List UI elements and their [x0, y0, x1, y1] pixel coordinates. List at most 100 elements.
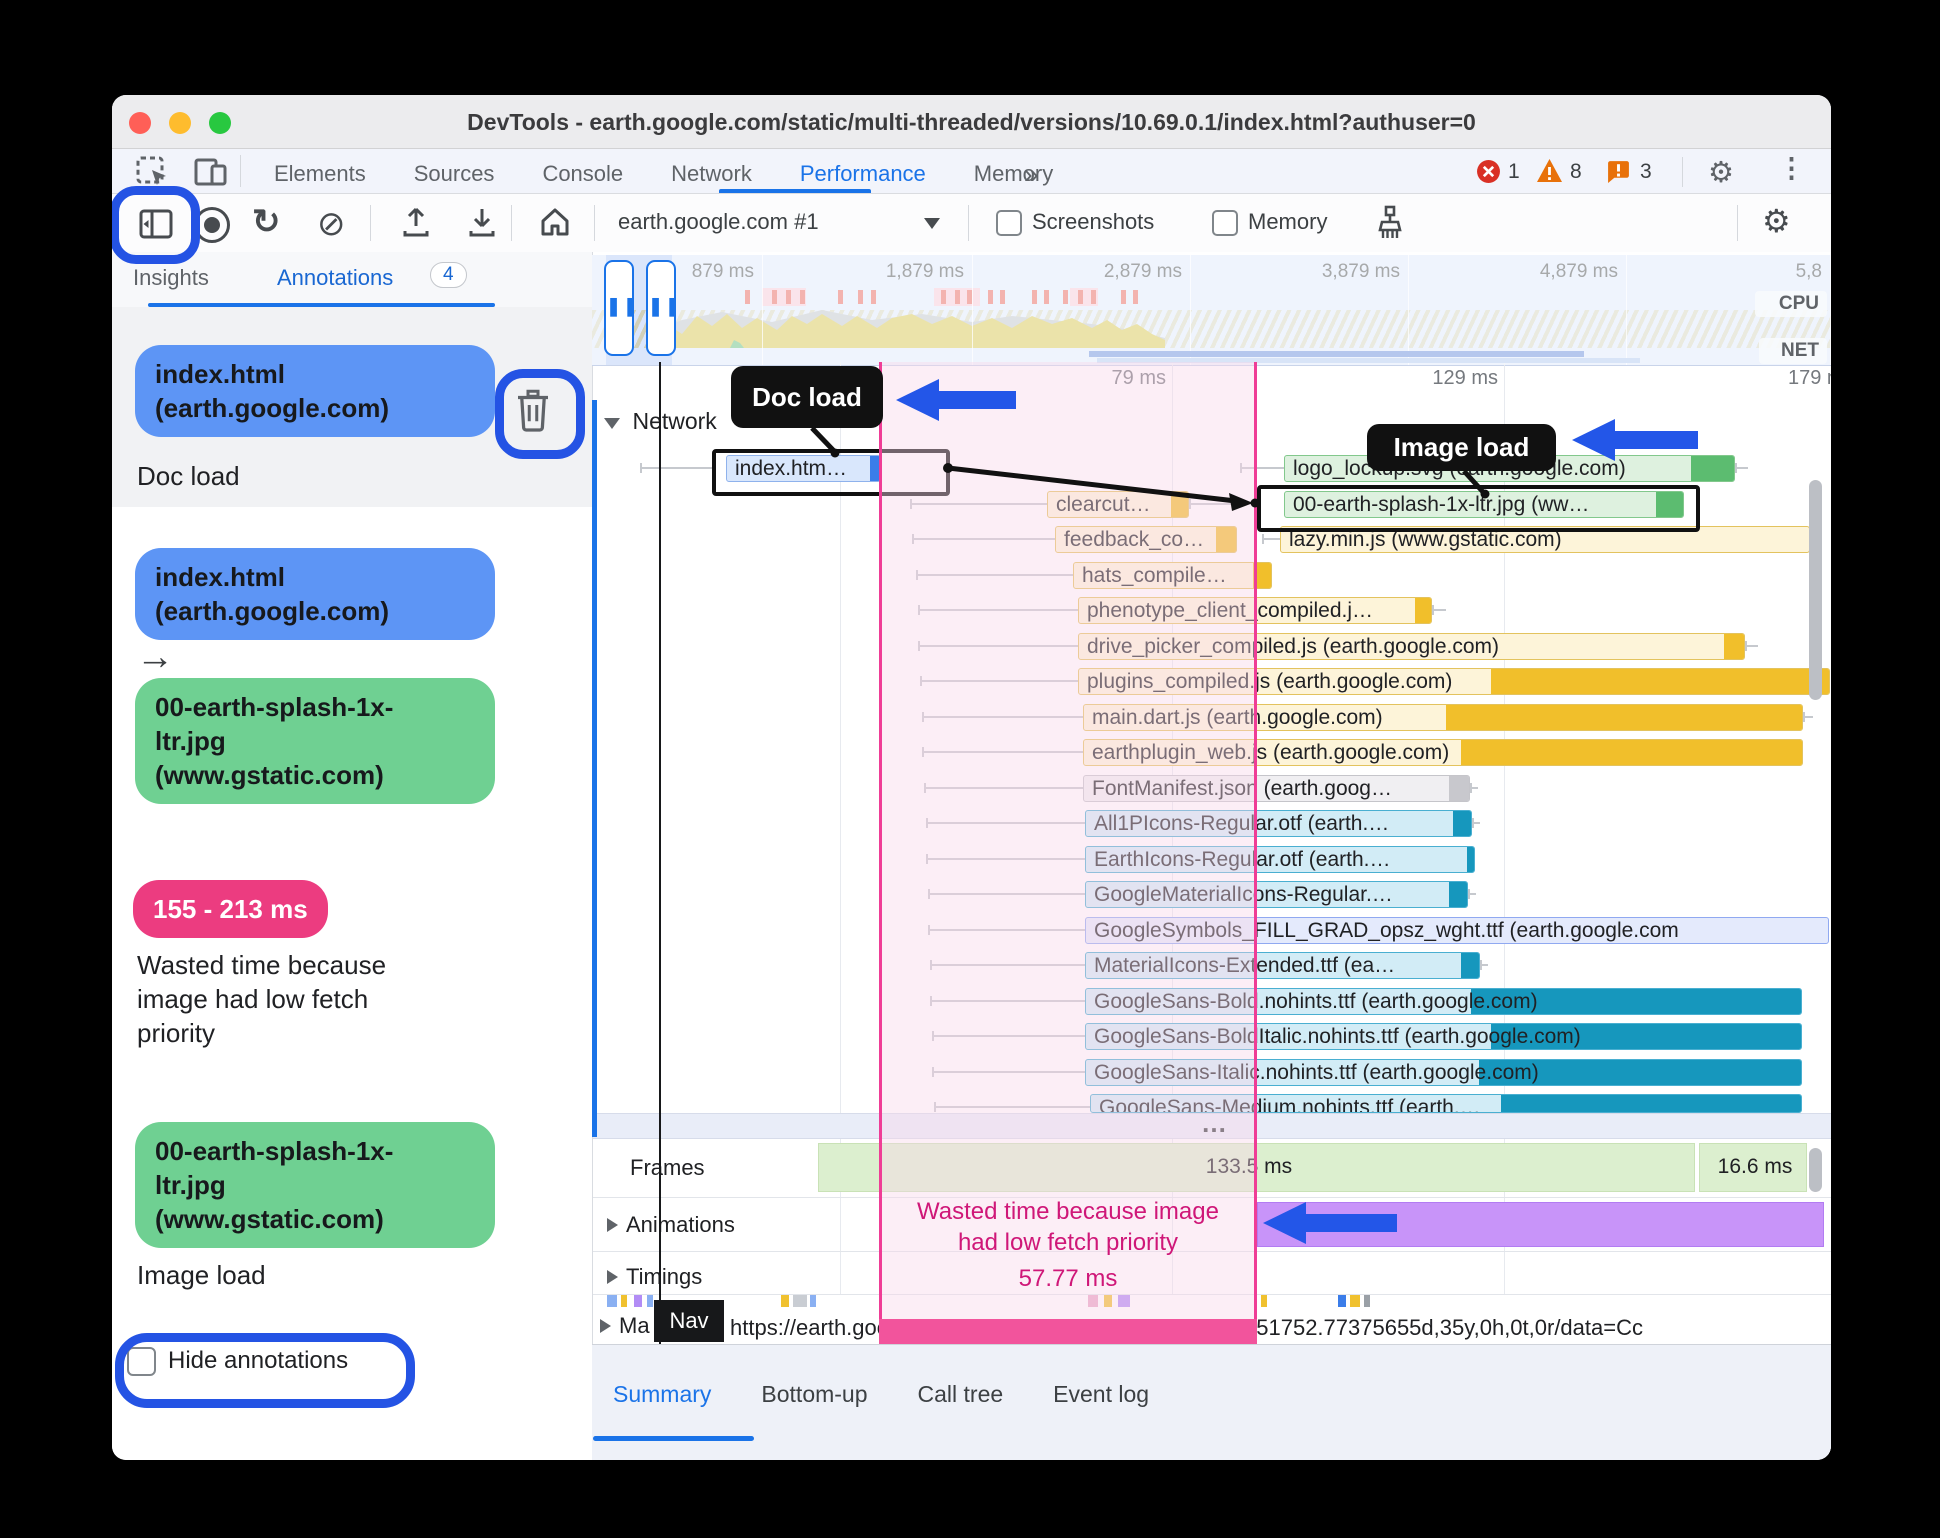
request-bar-solid-segment [1501, 1095, 1801, 1112]
collect-garbage-icon[interactable] [1372, 204, 1408, 247]
settings-gear-icon[interactable]: ⚙ [1708, 155, 1734, 190]
more-tabs-chevron[interactable]: » [1024, 157, 1038, 191]
request-whisker-tick [920, 676, 922, 686]
main-activity-tick [634, 1295, 642, 1307]
request-label: main.dart.js (earth.google.com) [1092, 706, 1383, 729]
network-request-bar[interactable]: GoogleMaterialIcons-Regular.… [1085, 881, 1468, 908]
annotation-entry-image-load[interactable]: 00-earth-splash-1x- ltr.jpg (www.gstatic… [112, 1122, 592, 1332]
main-activity-tick [607, 1295, 617, 1307]
network-request-bar[interactable]: All1PIcons-Regular.otf (earth.… [1085, 810, 1472, 837]
request-whisker-tick [934, 1102, 936, 1112]
tab-insights[interactable]: Insights [133, 265, 209, 291]
tab-performance[interactable]: Performance [800, 157, 926, 191]
request-whisker [934, 1106, 1090, 1108]
zoom-window-left-handle[interactable]: ❚❚ [604, 260, 638, 356]
network-request-bar[interactable]: GoogleSymbols_FILL_GRAD_opsz_wght.ttf (e… [1085, 917, 1829, 944]
network-request-bar[interactable]: hats_compile… [1073, 562, 1272, 589]
network-request-bar[interactable]: drive_picker_compiled.js (earth.google.c… [1078, 633, 1745, 660]
tab-sources[interactable]: Sources [414, 157, 495, 191]
image-load-annotation-chip[interactable]: Image load [1367, 424, 1556, 471]
annotation-entry-time-range[interactable]: 155 - 213 ms Wasted time because image h… [112, 862, 592, 1122]
animations-track-label[interactable]: Animations [607, 1212, 735, 1238]
network-request-bar[interactable]: GoogleSans-Medium.nohints.ttf (earth.… [1090, 1094, 1802, 1113]
home-icon[interactable] [538, 205, 572, 244]
request-whisker [1189, 503, 1232, 505]
network-request-bar[interactable]: EarthIcons-Regular.otf (earth.… [1085, 846, 1475, 873]
network-request-bar[interactable]: main.dart.js (earth.google.com) [1083, 704, 1803, 731]
network-request-bar[interactable]: MaterialIcons-Extended.ttf (ea… [1085, 952, 1480, 979]
annotation-pill-index-html[interactable]: index.html (earth.google.com) [135, 345, 495, 437]
main-track-label[interactable]: Ma [600, 1313, 650, 1339]
device-toolbar-icon[interactable] [194, 156, 228, 188]
expand-triangle-icon[interactable] [607, 1270, 618, 1284]
expand-triangle-icon[interactable] [607, 1218, 618, 1232]
screenshots-checkbox[interactable] [996, 210, 1022, 236]
request-label: FontManifest.json (earth.goog… [1092, 777, 1392, 800]
network-request-bar[interactable]: plugins_compiled.js (earth.google.com) [1078, 668, 1830, 695]
capture-settings-gear-icon[interactable]: ⚙ [1762, 202, 1791, 240]
tab-annotations[interactable]: Annotations [277, 265, 393, 291]
inspect-element-icon[interactable] [136, 156, 170, 188]
chevron-down-icon[interactable] [924, 218, 940, 229]
trace-start-marker-line [659, 362, 661, 1345]
frames-scrollbar[interactable] [1809, 1148, 1822, 1192]
request-label: MaterialIcons-Extended.ttf (ea… [1094, 954, 1396, 977]
request-whisker [910, 503, 1047, 505]
network-request-bar[interactable]: GoogleSans-Bold.nohints.ttf (earth.googl… [1085, 988, 1802, 1015]
network-vertical-scrollbar[interactable] [1809, 480, 1822, 700]
network-request-bar[interactable]: clearcut… [1047, 491, 1189, 518]
details-tab-bottom-up[interactable]: Bottom-up [761, 1381, 867, 1408]
details-tab-event-log[interactable]: Event log [1053, 1381, 1149, 1408]
request-label: GoogleMaterialIcons-Regular.… [1094, 883, 1393, 906]
main-activity-tick [647, 1295, 653, 1307]
kebab-menu-icon[interactable]: ⋮ [1778, 153, 1805, 184]
doc-load-annotation-chip[interactable]: Doc load [731, 366, 883, 428]
annotation-entry-link[interactable]: index.html (earth.google.com) → 00-earth… [112, 532, 592, 862]
network-request-bar[interactable]: earthplugin_web.js (earth.google.com) [1083, 739, 1803, 766]
timings-track-label[interactable]: Timings [607, 1264, 702, 1290]
memory-checkbox[interactable] [1212, 210, 1238, 236]
warning-badge-icon[interactable] [1536, 158, 1563, 189]
details-tab-summary[interactable]: Summary [613, 1381, 711, 1408]
issues-badge-icon[interactable] [1606, 159, 1631, 189]
reload-and-record-icon[interactable]: ↻ [252, 202, 281, 242]
tab-console[interactable]: Console [542, 157, 623, 191]
save-profile-icon[interactable] [466, 206, 498, 243]
annotation-pill-splash-image[interactable]: 00-earth-splash-1x- ltr.jpg (www.gstatic… [135, 1122, 495, 1248]
tab-network[interactable]: Network [671, 157, 752, 191]
annotation-entry-doc-load[interactable]: index.html (earth.google.com) Doc load [112, 307, 592, 507]
error-badge-icon[interactable] [1476, 159, 1501, 189]
network-request-bar[interactable]: feedback_co… [1055, 526, 1237, 553]
collapse-triangle-icon[interactable] [604, 418, 620, 429]
annotation-pill-time-range[interactable]: 155 - 213 ms [133, 880, 328, 938]
title-bar: DevTools - earth.google.com/static/multi… [112, 95, 1831, 149]
request-label: phenotype_client_compiled.j… [1087, 599, 1374, 622]
frame-duration-label: 133.5 ms [1205, 1155, 1293, 1178]
expand-triangle-icon[interactable] [600, 1319, 611, 1333]
history-selector[interactable]: earth.google.com #1 [618, 209, 819, 235]
request-whisker [918, 609, 1078, 611]
divider [1682, 157, 1683, 187]
warning-count: 8 [1570, 160, 1582, 183]
detail-time-tick: 179 m [1788, 367, 1831, 389]
annotation-pill-splash-image[interactable]: 00-earth-splash-1x- ltr.jpg (www.gstatic… [135, 678, 495, 804]
network-collapse-row[interactable]: … [593, 1108, 1831, 1139]
network-request-bar[interactable]: GoogleSans-BoldItalic.nohints.ttf (earth… [1085, 1023, 1802, 1050]
request-whisker-tick [640, 463, 642, 473]
request-whisker-tick [918, 605, 920, 615]
network-request-bar[interactable]: phenotype_client_compiled.j… [1078, 597, 1432, 624]
details-tab-call-tree[interactable]: Call tree [918, 1381, 1004, 1408]
load-profile-icon[interactable] [400, 206, 432, 243]
tab-elements[interactable]: Elements [274, 157, 366, 191]
zoom-window-right-handle[interactable]: ❚❚ [646, 260, 680, 356]
details-tabs: Summary Bottom-up Call tree Event log [613, 1345, 1149, 1407]
clear-icon[interactable]: ⊘ [317, 204, 346, 244]
network-request-bar[interactable]: GoogleSans-Italic.nohints.ttf (earth.goo… [1085, 1059, 1802, 1086]
tab-memory[interactable]: Memory [974, 157, 1053, 191]
request-whisker-tick [1189, 499, 1191, 509]
annotation-pill-index-html[interactable]: index.html (earth.google.com) [135, 548, 495, 640]
request-bar-solid-segment [1453, 811, 1471, 836]
request-whisker [1262, 538, 1280, 540]
network-request-bar[interactable]: FontManifest.json (earth.goog… [1083, 775, 1470, 802]
divider [511, 205, 512, 241]
